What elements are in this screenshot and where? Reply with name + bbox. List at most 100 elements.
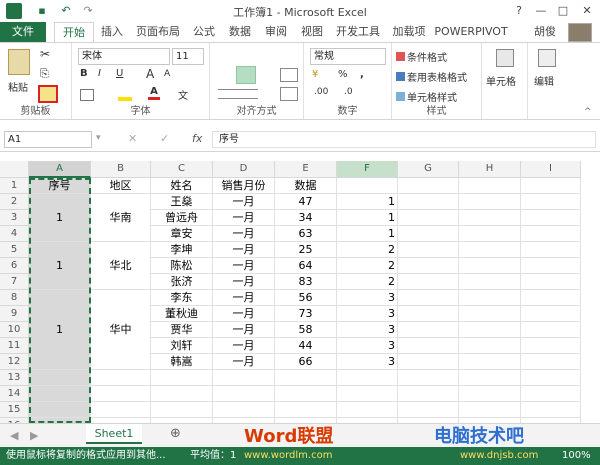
empty-cell[interactable] <box>521 258 581 274</box>
empty-cell[interactable] <box>91 370 151 386</box>
currency-button[interactable]: ¥ <box>312 69 318 80</box>
value-cell[interactable]: 56 <box>275 290 337 306</box>
row-header-3[interactable]: 3 <box>0 210 29 226</box>
merged-region-cell[interactable]: 华南 <box>91 194 151 242</box>
empty-cell[interactable] <box>151 370 213 386</box>
empty-cell[interactable] <box>337 370 398 386</box>
empty-cell[interactable] <box>398 226 459 242</box>
empty-cell[interactable] <box>151 386 213 402</box>
copy-icon[interactable]: ⎘ <box>40 67 49 81</box>
merged-no-cell[interactable]: 1 <box>29 290 91 370</box>
value-cell[interactable]: 25 <box>275 242 337 258</box>
name-cell[interactable]: 王燊 <box>151 194 213 210</box>
column-header-i[interactable]: I <box>521 161 581 178</box>
font-name-select[interactable]: 宋体 <box>78 48 170 65</box>
empty-cell[interactable] <box>337 402 398 418</box>
border-icon[interactable] <box>80 89 94 101</box>
empty-cell[interactable] <box>521 226 581 242</box>
row-header-1[interactable]: 1 <box>0 178 29 194</box>
value-cell[interactable]: 44 <box>275 338 337 354</box>
value-cell[interactable]: 34 <box>275 210 337 226</box>
empty-cell[interactable] <box>337 178 398 194</box>
empty-cell[interactable] <box>459 322 521 338</box>
cell-a1[interactable]: 序号 <box>29 178 91 194</box>
empty-cell[interactable] <box>521 338 581 354</box>
empty-cell[interactable] <box>521 306 581 322</box>
empty-cell[interactable] <box>459 386 521 402</box>
cut-icon[interactable]: ✂ <box>40 47 50 61</box>
tab-page-layout[interactable]: 页面布局 <box>132 22 184 42</box>
f-cell[interactable]: 3 <box>337 354 398 370</box>
italic-button[interactable]: I <box>98 68 101 79</box>
f-cell[interactable]: 1 <box>337 194 398 210</box>
function-button[interactable]: fx <box>192 132 202 145</box>
increase-decimal-button[interactable]: .00 <box>314 87 328 97</box>
empty-cell[interactable] <box>398 306 459 322</box>
empty-cell[interactable] <box>521 402 581 418</box>
format-table-button[interactable]: 套用表格格式 <box>396 69 467 84</box>
maximize-button[interactable]: □ <box>552 2 574 20</box>
month-cell[interactable]: 一月 <box>213 242 275 258</box>
wrap-text-icon[interactable] <box>280 68 298 82</box>
empty-cell[interactable] <box>459 226 521 242</box>
empty-cell[interactable] <box>213 370 275 386</box>
indent-icons[interactable] <box>218 89 258 99</box>
name-cell[interactable]: 李东 <box>151 290 213 306</box>
row-header-14[interactable]: 14 <box>0 386 29 402</box>
f-cell[interactable]: 1 <box>337 210 398 226</box>
row-header-10[interactable]: 10 <box>0 322 29 338</box>
f-cell[interactable]: 3 <box>337 290 398 306</box>
center-align-icon[interactable] <box>236 66 256 84</box>
name-cell[interactable]: 李坤 <box>151 242 213 258</box>
month-cell[interactable]: 一月 <box>213 274 275 290</box>
month-cell[interactable]: 一月 <box>213 210 275 226</box>
empty-cell[interactable] <box>521 370 581 386</box>
f-cell[interactable]: 3 <box>337 322 398 338</box>
name-cell[interactable]: 韩嵩 <box>151 354 213 370</box>
empty-cell[interactable] <box>91 402 151 418</box>
empty-cell[interactable] <box>213 402 275 418</box>
empty-cell[interactable] <box>521 354 581 370</box>
name-box[interactable]: A1 <box>4 131 92 148</box>
close-button[interactable]: ✕ <box>576 2 598 20</box>
column-header-c[interactable]: C <box>151 161 213 178</box>
fill-color-icon[interactable] <box>118 87 132 101</box>
font-size-select[interactable]: 11 <box>172 48 204 65</box>
empty-cell[interactable] <box>521 274 581 290</box>
formula-input[interactable]: 序号 <box>212 131 596 148</box>
binoculars-icon[interactable] <box>538 49 556 67</box>
value-cell[interactable]: 58 <box>275 322 337 338</box>
row-header-5[interactable]: 5 <box>0 242 29 258</box>
enter-icon[interactable]: ✓ <box>160 132 169 145</box>
empty-cell[interactable] <box>521 322 581 338</box>
row-header-2[interactable]: 2 <box>0 194 29 210</box>
tab-insert[interactable]: 插入 <box>96 22 128 42</box>
row-header-13[interactable]: 13 <box>0 370 29 386</box>
empty-cell[interactable] <box>459 354 521 370</box>
add-sheet-button[interactable]: ⊕ <box>170 426 181 441</box>
wen-button[interactable]: 文 <box>178 87 188 102</box>
empty-cell[interactable] <box>521 178 581 194</box>
cells-icon[interactable] <box>496 49 514 67</box>
minimize-button[interactable]: — <box>530 2 552 20</box>
cancel-icon[interactable]: ✕ <box>128 132 137 145</box>
row-header-6[interactable]: 6 <box>0 258 29 274</box>
month-cell[interactable]: 一月 <box>213 306 275 322</box>
month-cell[interactable]: 一月 <box>213 194 275 210</box>
month-cell[interactable]: 一月 <box>213 322 275 338</box>
name-cell[interactable]: 曾远舟 <box>151 210 213 226</box>
f-cell[interactable]: 3 <box>337 338 398 354</box>
select-all-corner[interactable] <box>0 161 29 178</box>
empty-cell[interactable] <box>521 386 581 402</box>
f-cell[interactable]: 2 <box>337 258 398 274</box>
f-cell[interactable]: 2 <box>337 274 398 290</box>
f-cell[interactable]: 2 <box>337 242 398 258</box>
tab-view[interactable]: 视图 <box>296 22 328 42</box>
font-color-button[interactable]: A <box>148 86 160 100</box>
empty-cell[interactable] <box>398 370 459 386</box>
empty-cell[interactable] <box>398 194 459 210</box>
empty-cell[interactable] <box>398 290 459 306</box>
empty-cell[interactable] <box>459 306 521 322</box>
empty-cell[interactable] <box>398 338 459 354</box>
number-format-select[interactable]: 常规 <box>310 48 386 65</box>
